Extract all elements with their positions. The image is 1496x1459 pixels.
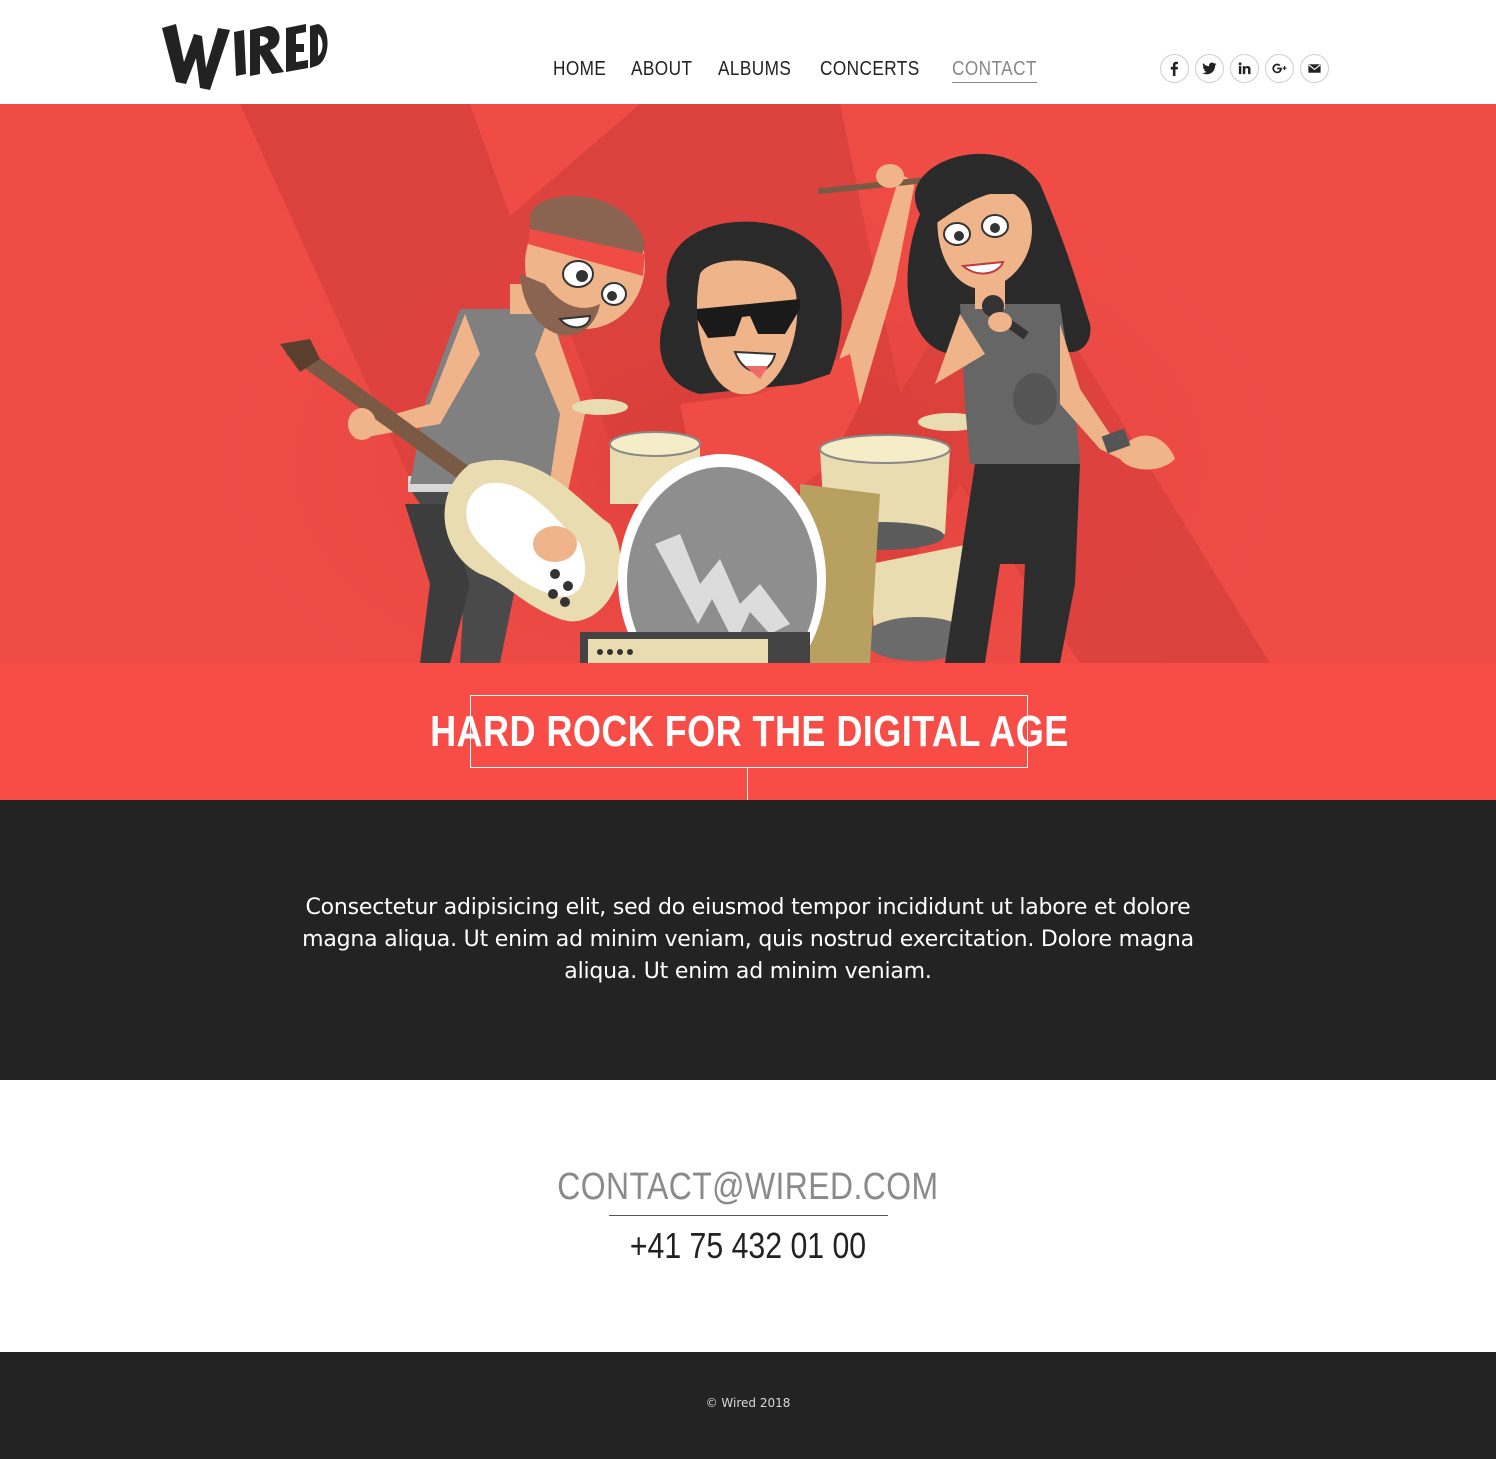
facebook-button[interactable]	[1160, 54, 1189, 83]
about-section: Consectetur adipisicing elit, sed do eiu…	[0, 800, 1496, 1080]
google-plus-button[interactable]	[1265, 54, 1294, 83]
email-wrapper: CONTACT@WIRED.COM	[0, 1166, 1496, 1209]
wired-logo[interactable]	[160, 18, 328, 92]
email-button[interactable]	[1300, 54, 1329, 83]
tagline-band: HARD ROCK FOR THE DIGITAL AGE	[0, 663, 1496, 800]
facebook-icon	[1170, 61, 1178, 76]
social-links	[1160, 54, 1329, 83]
email-underline	[609, 1215, 888, 1216]
tagline-heading: HARD ROCK FOR THE DIGITAL AGE	[429, 706, 1069, 756]
twitter-button[interactable]	[1195, 54, 1224, 83]
band-illustration	[0, 104, 1496, 663]
email-icon	[1308, 64, 1321, 73]
nav-concerts[interactable]: CONCERTS	[820, 56, 920, 83]
copyright-text: © Wired 2018	[705, 1396, 791, 1410]
contact-section: CONTACT@WIRED.COM +41 75 432 01 00	[0, 1080, 1496, 1352]
about-text: Consectetur adipisicing elit, sed do eiu…	[302, 895, 1194, 984]
nav-about[interactable]: ABOUT	[631, 56, 692, 83]
twitter-icon	[1202, 62, 1217, 75]
google-plus-icon	[1272, 63, 1287, 74]
main-nav: HOME ABOUT ALBUMS CONCERTS CONTACT	[553, 56, 1066, 83]
hero-banner	[0, 104, 1496, 663]
contact-phone: +41 75 432 01 00	[629, 1225, 867, 1266]
tagline-box: HARD ROCK FOR THE DIGITAL AGE	[430, 695, 1068, 768]
logo-icon	[162, 24, 328, 90]
tagline-connector	[747, 768, 748, 800]
nav-contact[interactable]: CONTACT	[951, 56, 1037, 83]
nav-home[interactable]: HOME	[553, 56, 606, 83]
site-footer: © Wired 2018	[0, 1352, 1496, 1459]
linkedin-icon	[1238, 62, 1251, 75]
nav-albums[interactable]: ALBUMS	[718, 56, 791, 83]
linkedin-button[interactable]	[1230, 54, 1259, 83]
contact-email-link[interactable]: CONTACT@WIRED.COM	[557, 1166, 938, 1209]
site-header: HOME ABOUT ALBUMS CONCERTS CONTACT	[0, 0, 1496, 104]
